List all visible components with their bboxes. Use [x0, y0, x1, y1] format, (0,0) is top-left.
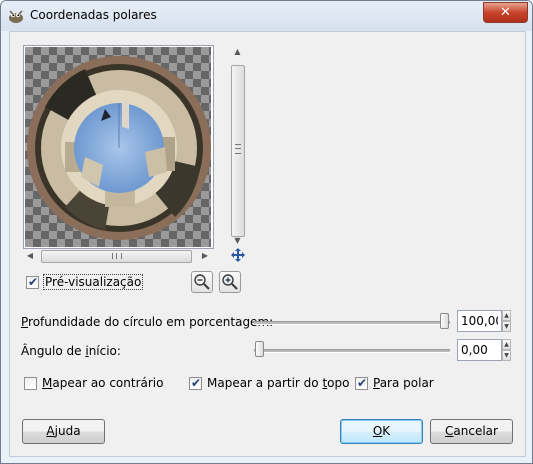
reverse-map-label[interactable]: Mapear ao contrário — [42, 376, 163, 390]
checkmark-icon: ✔ — [28, 275, 39, 289]
angle-spinbox[interactable]: ▲ ▼ — [457, 339, 511, 361]
spin-up-arrow-icon[interactable]: ▲ — [502, 339, 511, 350]
reverse-map-checkbox[interactable] — [24, 377, 37, 390]
angle-label: Ângulo de início: — [21, 344, 121, 358]
spin-up-arrow-icon[interactable]: ▲ — [502, 310, 511, 321]
preview-vertical-scrollbar[interactable]: ▲ ▼ — [229, 45, 246, 247]
dialog-body: ▲ ▼ ◀ ▶ ✔ Pré-visualização Profundidade … — [9, 31, 526, 457]
to-polar-checkbox[interactable]: ✔ — [355, 376, 368, 390]
spin-down-arrow-icon[interactable]: ▼ — [502, 321, 511, 332]
spin-down-arrow-icon[interactable]: ▼ — [502, 350, 511, 361]
depth-slider-track[interactable] — [254, 321, 450, 325]
close-icon: ✕ — [500, 5, 511, 20]
angle-input[interactable] — [457, 339, 502, 361]
close-button[interactable]: ✕ — [483, 2, 528, 23]
move-arrows-icon[interactable] — [230, 247, 246, 263]
cancel-button[interactable]: Cancelar — [430, 419, 513, 444]
scroll-up-arrow-icon[interactable]: ▲ — [229, 45, 246, 59]
preview-area[interactable] — [23, 45, 214, 249]
to-polar-label[interactable]: Para polar — [373, 376, 434, 390]
ok-button[interactable]: OK — [340, 419, 423, 444]
map-from-top-label[interactable]: Mapear a partir do topo — [207, 376, 349, 390]
polar-preview-image — [27, 56, 211, 240]
preview-horizontal-scrollbar[interactable]: ◀ ▶ — [23, 248, 212, 264]
checkmark-icon: ✔ — [357, 376, 368, 390]
depth-input[interactable] — [457, 310, 502, 332]
checkmark-icon: ✔ — [191, 376, 202, 390]
gimp-wilber-icon — [9, 10, 23, 23]
horizontal-scroll-thumb[interactable] — [41, 250, 192, 263]
angle-slider-track[interactable] — [254, 349, 450, 353]
preview-label[interactable]: Pré-visualização — [43, 274, 144, 290]
depth-slider-thumb[interactable] — [440, 313, 449, 329]
title-bar[interactable]: Coordenadas polares ✕ — [1, 1, 532, 31]
dialog-window: Coordenadas polares ✕ ▲ ▼ ◀ ▶ ✔ Pré-visu… — [0, 0, 533, 464]
preview-checkbox[interactable]: ✔ — [26, 275, 39, 289]
vertical-scroll-thumb[interactable] — [231, 65, 245, 237]
scroll-right-arrow-icon[interactable]: ▶ — [198, 248, 212, 264]
zoom-out-button[interactable] — [191, 271, 213, 293]
depth-label: Profundidade do círculo em porcentagem: — [21, 315, 274, 329]
window-title: Coordenadas polares — [30, 8, 157, 22]
map-from-top-checkbox[interactable]: ✔ — [189, 376, 202, 390]
zoom-out-icon — [194, 274, 210, 290]
angle-slider-thumb[interactable] — [255, 341, 264, 357]
depth-spinbox[interactable]: ▲ ▼ — [457, 310, 511, 332]
help-button[interactable]: Ajuda — [22, 419, 105, 444]
zoom-in-icon — [222, 274, 238, 290]
scroll-left-arrow-icon[interactable]: ◀ — [23, 248, 37, 264]
scroll-down-arrow-icon[interactable]: ▼ — [229, 234, 246, 248]
zoom-in-button[interactable] — [219, 271, 241, 293]
